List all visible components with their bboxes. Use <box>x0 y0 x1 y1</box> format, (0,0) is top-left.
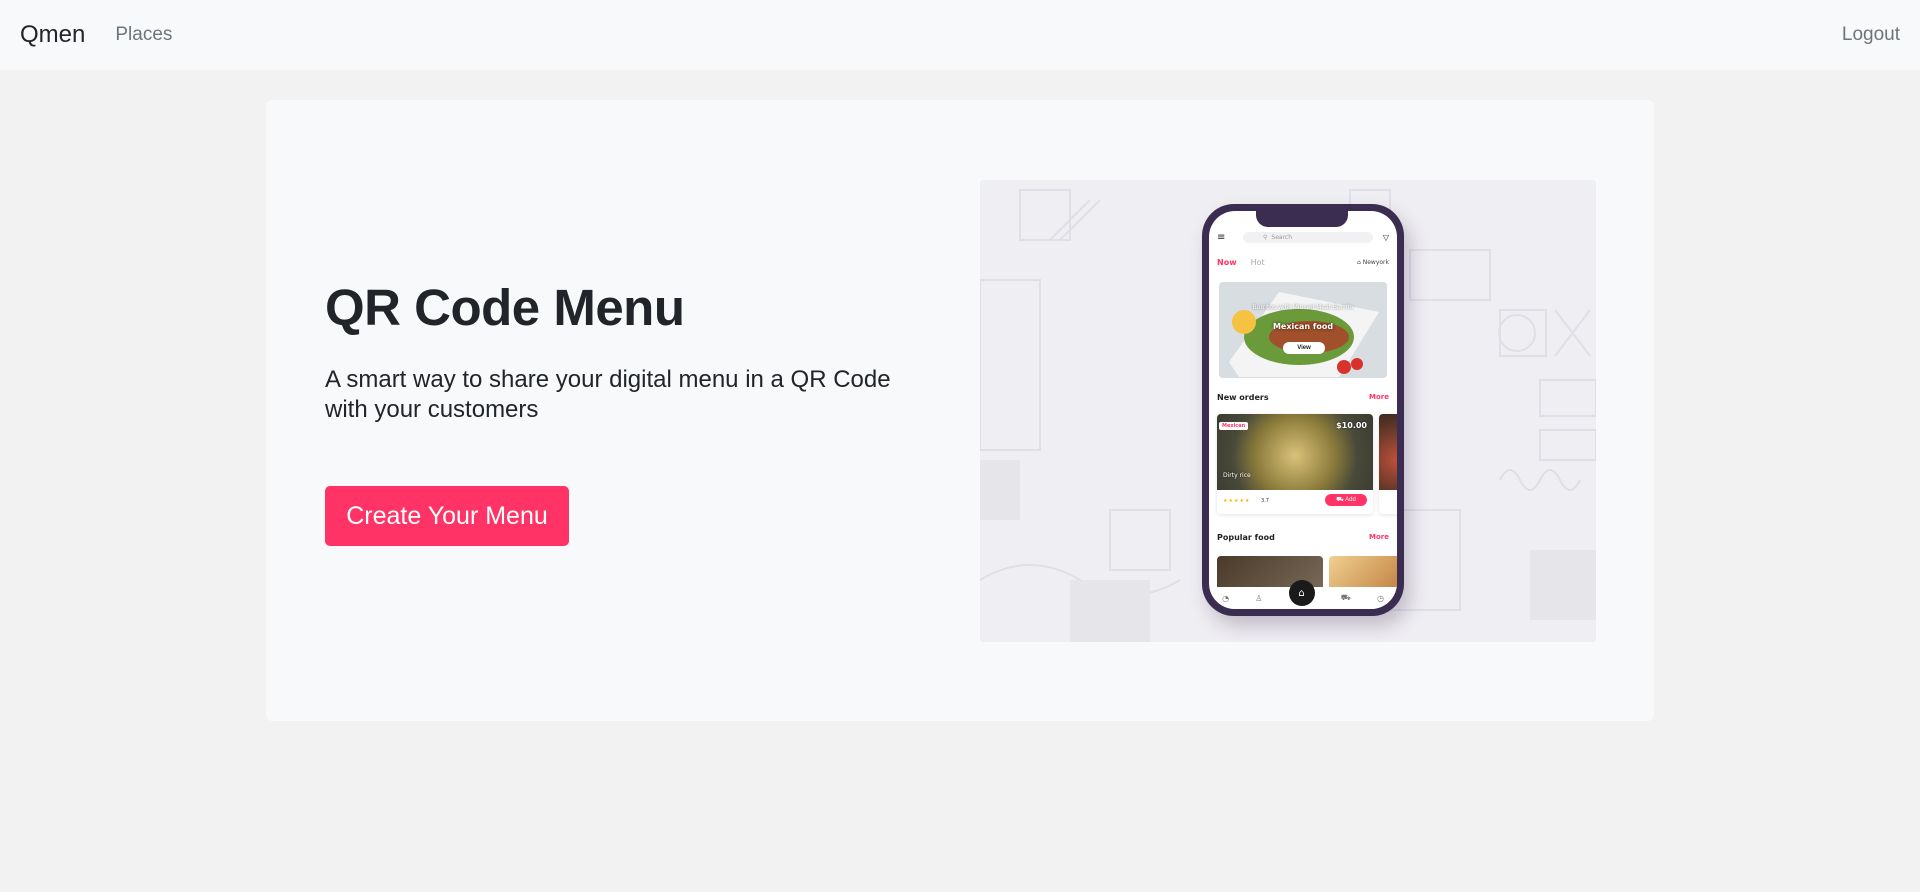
filter-icon: ▽ <box>1382 232 1389 242</box>
app-banner-view-button: View <box>1283 342 1325 354</box>
hero-subtitle: A smart way to share your digital menu i… <box>325 366 891 423</box>
clock-icon: ◷ <box>1376 593 1384 603</box>
search-icon: ⚲ <box>1263 233 1268 241</box>
home-icon: ⌂ <box>1288 580 1315 606</box>
app-banner-title: Mexican food <box>1272 322 1334 331</box>
order-add-label: Add <box>1345 497 1356 503</box>
app-search-field: ⚲ Search <box>1243 231 1373 243</box>
app-order-card: Mexican $10.00 Dirty rice ★★★★★ 3.7 ⛟ Ad… <box>1217 414 1373 514</box>
order-add-button: ⛟ Add <box>1325 494 1367 506</box>
order-food-image <box>1379 414 1397 490</box>
nav-link-places[interactable]: Places <box>115 24 172 46</box>
order-rating-value: 3.7 <box>1261 498 1269 504</box>
phone-screen: ≡ ⚲ Search ▽ Now Hot ⌂ Newyork Burritos … <box>1209 211 1397 609</box>
top-navbar: Qmen Places Logout <box>0 0 1920 70</box>
app-order-card-partial <box>1379 414 1397 514</box>
app-popular-more: More <box>1369 533 1389 541</box>
menu-icon: ≡ <box>1217 231 1226 243</box>
app-new-orders-header: New orders More <box>1217 393 1389 402</box>
app-top-bar: ≡ ⚲ Search ▽ <box>1217 231 1389 243</box>
user-icon: ♙ <box>1255 593 1263 603</box>
app-illustration: ≡ ⚲ Search ▽ Now Hot ⌂ Newyork Burritos … <box>980 180 1596 642</box>
app-location: ⌂ Newyork <box>1357 259 1389 266</box>
hero-card: QR Code Menu A smart way to share your d… <box>266 100 1654 721</box>
app-bottom-nav: ◔ ♙ ⌂ ⛟ ◷ <box>1209 580 1397 609</box>
app-tabs: Now Hot ⌂ Newyork <box>1217 258 1389 267</box>
app-popular-header: Popular food More <box>1217 533 1389 542</box>
order-price: $10.00 <box>1336 421 1367 430</box>
logout-link[interactable]: Logout <box>1842 24 1900 46</box>
create-menu-button[interactable]: Create Your Menu <box>325 486 569 546</box>
app-banner-caption: Burritos with Minced Meat Burrito <box>1252 304 1354 311</box>
order-category-tag: Mexican <box>1219 422 1249 430</box>
app-tab-hot: Hot <box>1250 258 1265 267</box>
tab-icon: ◔ <box>1222 593 1230 603</box>
phone-mockup: ≡ ⚲ Search ▽ Now Hot ⌂ Newyork Burritos … <box>1202 204 1404 616</box>
app-new-orders-title: New orders <box>1217 393 1269 402</box>
cart-icon: ⛟ <box>1336 497 1344 503</box>
brand-logo[interactable]: Qmen <box>20 21 85 49</box>
app-new-orders-more: More <box>1369 393 1389 401</box>
app-search-placeholder: Search <box>1271 233 1293 241</box>
app-tab-now: Now <box>1217 258 1237 267</box>
app-popular-title: Popular food <box>1217 533 1275 542</box>
order-rating-stars: ★★★★★ <box>1223 498 1251 504</box>
order-dish-name: Dirty rice <box>1223 472 1251 479</box>
cart-icon: ⛟ <box>1340 593 1351 602</box>
location-icon: ⌂ <box>1357 259 1361 266</box>
app-location-label: Newyork <box>1362 259 1389 266</box>
app-featured-banner: Burritos with Minced Meat Burrito Mexica… <box>1219 282 1387 378</box>
phone-notch <box>1256 211 1348 227</box>
hero-title: QR Code Menu <box>325 279 685 336</box>
